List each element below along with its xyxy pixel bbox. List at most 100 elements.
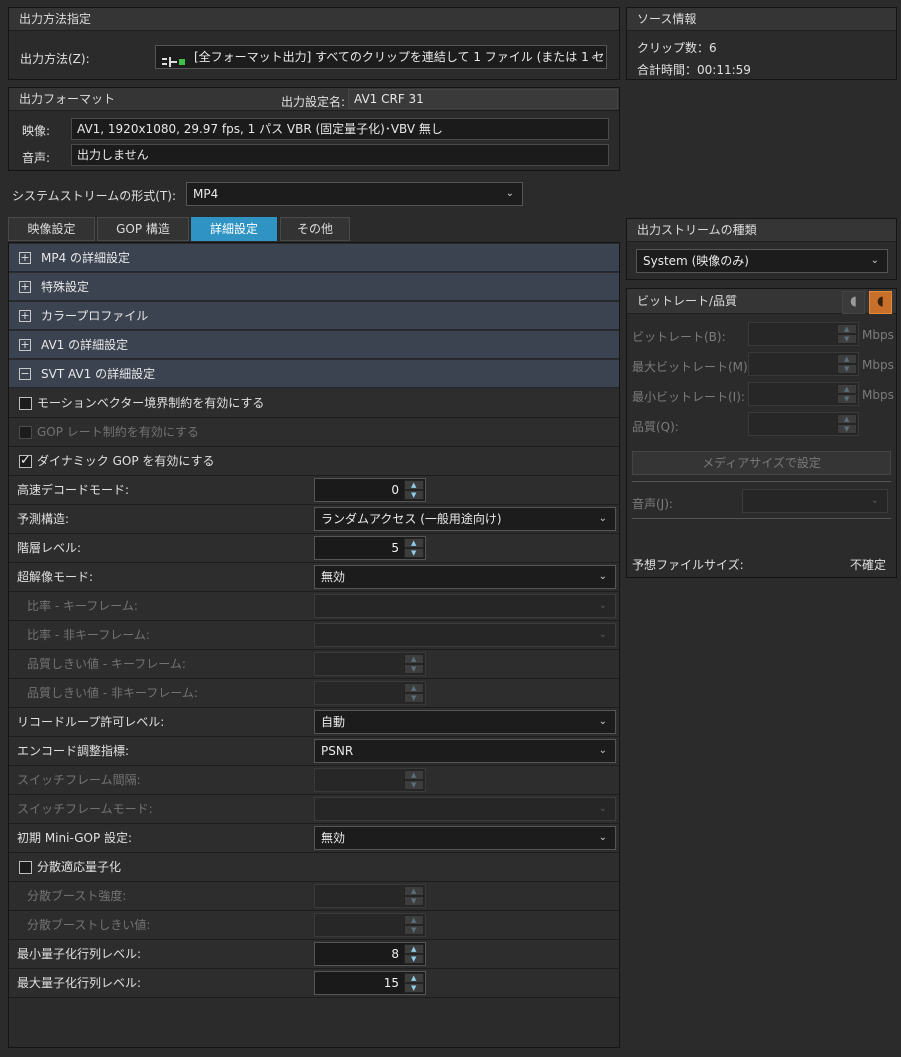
spin-up-button[interactable]: ▲ <box>837 414 857 424</box>
recode-select[interactable]: 自動 ⌄ <box>314 710 616 734</box>
spin-up-button[interactable]: ▲ <box>404 915 424 925</box>
qthresh-nonkey-label: 品質しきい値 - 非キーフレーム: <box>27 686 198 700</box>
system-stream-select[interactable]: MP4 ⌄ <box>186 182 523 206</box>
output-method-value: [全フォーマット出力] すべてのクリップを連結して 1 ファイル (または 1 … <box>194 50 606 64</box>
row-ratio-key: 比率 - キーフレーム: ⌄ <box>9 592 619 621</box>
recode-value: 自動 <box>321 715 346 729</box>
system-stream-value: MP4 <box>193 187 219 201</box>
dynamic-gop-label: ダイナミック GOP を有効にする <box>37 454 215 468</box>
fast-decode-spinner[interactable]: 0 ▲ ▼ <box>314 478 426 502</box>
spin-down-button[interactable]: ▼ <box>404 490 424 500</box>
gop-rate-label: GOP レート制約を有効にする <box>37 425 199 439</box>
tab-other[interactable]: その他 <box>280 217 350 241</box>
check-icon: ✓ <box>20 453 31 468</box>
max-bitrate-spinner[interactable]: ▲ ▼ <box>748 352 859 376</box>
spin-down-button[interactable]: ▼ <box>404 780 424 790</box>
expand-icon: + <box>19 309 31 322</box>
group-av1-advanced[interactable]: + AV1 の詳細設定 <box>9 331 619 359</box>
superres-select[interactable]: 無効 ⌄ <box>314 565 616 589</box>
gop-rate-checkbox[interactable] <box>19 426 32 439</box>
spin-down-button[interactable]: ▼ <box>404 925 424 935</box>
max-qm-spinner[interactable]: 15 ▲ ▼ <box>314 971 426 995</box>
spin-down-button[interactable]: ▼ <box>404 896 424 906</box>
audio-summary: 出力しません <box>71 144 609 166</box>
fast-decode-label: 高速デコードモード: <box>17 483 130 497</box>
chevron-down-icon: ⌄ <box>505 188 514 199</box>
quality-spinner[interactable]: ▲ ▼ <box>748 412 859 436</box>
gauge-on-icon[interactable]: ◖ <box>869 291 892 314</box>
tab-advanced-settings[interactable]: 詳細設定 <box>191 217 277 241</box>
qthresh-key-spinner[interactable]: ▲ ▼ <box>314 652 426 676</box>
spin-up-button[interactable]: ▲ <box>404 683 424 693</box>
var-boost-thresh-spinner[interactable]: ▲ ▼ <box>314 913 426 937</box>
motion-vector-checkbox[interactable] <box>19 397 32 410</box>
var-boost-thresh-label: 分散ブーストしきい値: <box>27 918 151 932</box>
bitrate-spinner[interactable]: ▲ ▼ <box>748 322 859 346</box>
group-label: カラープロファイル <box>41 309 149 323</box>
spin-up-button[interactable]: ▲ <box>837 354 857 364</box>
divider <box>632 481 891 482</box>
row-var-boost-strength: 分散ブースト強度: ▲ ▼ <box>9 882 619 911</box>
spin-up-button[interactable]: ▲ <box>404 480 424 490</box>
ratio-nonkey-select[interactable]: ⌄ <box>314 623 616 647</box>
spin-up-button[interactable]: ▲ <box>404 538 424 548</box>
min-qm-spinner[interactable]: 8 ▲ ▼ <box>314 942 426 966</box>
spin-down-button[interactable]: ▼ <box>404 983 424 993</box>
gauge-off-icon[interactable]: ◖ <box>842 291 865 314</box>
row-tune: エンコード調整指標: PSNR ⌄ <box>9 737 619 766</box>
spin-down-button[interactable]: ▼ <box>404 954 424 964</box>
dynamic-gop-checkbox[interactable]: ✓ <box>19 453 32 468</box>
switch-mode-label: スイッチフレームモード: <box>17 802 153 816</box>
spin-down-button[interactable]: ▼ <box>837 394 857 404</box>
spin-up-button[interactable]: ▲ <box>837 384 857 394</box>
group-special-settings[interactable]: + 特殊設定 <box>9 273 619 301</box>
group-color-profile[interactable]: + カラープロファイル <box>9 302 619 330</box>
ratio-key-select[interactable]: ⌄ <box>314 594 616 618</box>
tune-select[interactable]: PSNR ⌄ <box>314 739 616 763</box>
media-size-button[interactable]: メディアサイズで設定 <box>632 451 891 475</box>
var-boost-strength-spinner[interactable]: ▲ ▼ <box>314 884 426 908</box>
spin-down-button[interactable]: ▼ <box>404 664 424 674</box>
row-qthresh-nonkey: 品質しきい値 - 非キーフレーム: ▲ ▼ <box>9 679 619 708</box>
spin-down-button[interactable]: ▼ <box>404 548 424 558</box>
arrow-down-icon: ▼ <box>844 335 850 343</box>
spin-down-button[interactable]: ▼ <box>837 364 857 374</box>
tab-gop-structure[interactable]: GOP 構造 <box>97 217 189 241</box>
arrow-up-icon: ▲ <box>411 974 417 982</box>
audio-bitrate-select[interactable]: ⌄ <box>742 489 888 513</box>
arrow-down-icon: ▼ <box>411 926 417 934</box>
switch-interval-spinner[interactable]: ▲ ▼ <box>314 768 426 792</box>
output-method-title: 出力方法指定 <box>9 8 619 31</box>
switch-mode-select[interactable]: ⌄ <box>314 797 616 821</box>
pred-struct-value: ランダムアクセス (一般用途向け) <box>321 512 502 526</box>
qthresh-nonkey-spinner[interactable]: ▲ ▼ <box>314 681 426 705</box>
group-svt-av1-advanced[interactable]: − SVT AV1 の詳細設定 <box>9 360 619 388</box>
spin-up-button[interactable]: ▲ <box>404 654 424 664</box>
spin-up-button[interactable]: ▲ <box>404 944 424 954</box>
mini-gop-select[interactable]: 無効 ⌄ <box>314 826 616 850</box>
spin-up-button[interactable]: ▲ <box>837 324 857 334</box>
spin-up-button[interactable]: ▲ <box>404 886 424 896</box>
spin-up-button[interactable]: ▲ <box>404 973 424 983</box>
min-bitrate-spinner[interactable]: ▲ ▼ <box>748 382 859 406</box>
output-method-select[interactable]: [全フォーマット出力] すべてのクリップを連結して 1 ファイル (または 1 … <box>155 45 607 69</box>
row-hier-level: 階層レベル: 5 ▲ ▼ <box>9 534 619 563</box>
stream-type-select[interactable]: System (映像のみ) ⌄ <box>636 249 888 273</box>
variance-aq-checkbox[interactable] <box>19 861 32 874</box>
group-mp4-advanced[interactable]: + MP4 の詳細設定 <box>9 244 619 272</box>
arrow-down-icon: ▼ <box>411 549 417 557</box>
min-bitrate-label: 最小ビットレート(I): <box>632 390 745 404</box>
spin-down-button[interactable]: ▼ <box>404 693 424 703</box>
chevron-down-icon: ⌄ <box>598 600 607 611</box>
spin-down-button[interactable]: ▼ <box>837 334 857 344</box>
output-method-label: 出力方法(Z): <box>20 52 90 66</box>
output-method-panel: 出力方法指定 <box>8 7 620 80</box>
spin-up-button[interactable]: ▲ <box>404 770 424 780</box>
chevron-down-icon: ⌄ <box>589 51 598 62</box>
pred-struct-select[interactable]: ランダムアクセス (一般用途向け) ⌄ <box>314 507 616 531</box>
chevron-down-icon: ⌄ <box>598 745 607 756</box>
tab-video-settings[interactable]: 映像設定 <box>8 217 95 241</box>
arrow-up-icon: ▲ <box>844 325 850 333</box>
hier-level-spinner[interactable]: 5 ▲ ▼ <box>314 536 426 560</box>
spin-down-button[interactable]: ▼ <box>837 424 857 434</box>
